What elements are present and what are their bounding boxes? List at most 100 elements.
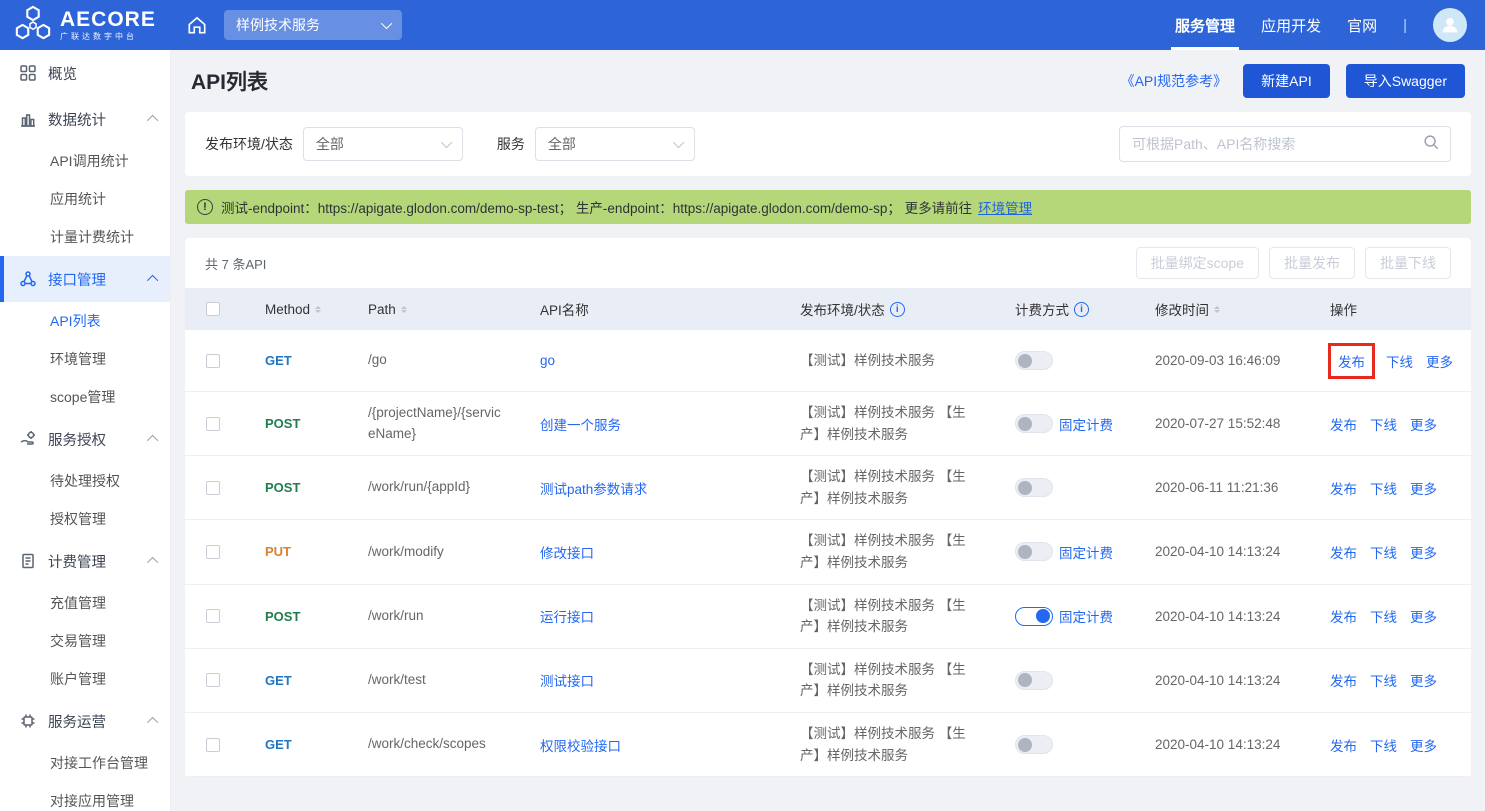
sidebar-subitem[interactable]: 充值管理 [0, 584, 170, 622]
api-path: /{projectName}/{serviceName} [368, 403, 505, 445]
batch-publish-button[interactable]: 批量发布 [1269, 247, 1355, 279]
batch-offline-button[interactable]: 批量下线 [1365, 247, 1451, 279]
billing-toggle[interactable] [1015, 414, 1053, 433]
billing-toggle[interactable] [1015, 735, 1053, 754]
action-下线-link[interactable]: 下线 [1370, 542, 1397, 562]
import-swagger-button[interactable]: 导入Swagger [1346, 64, 1465, 98]
billing-toggle[interactable] [1015, 351, 1053, 370]
sidebar-subitem[interactable]: scope管理 [0, 378, 170, 416]
api-spec-link[interactable]: 《API规范参考》 [1121, 71, 1228, 91]
row-checkbox[interactable] [206, 673, 220, 687]
chevron-up-icon [147, 275, 158, 286]
action-更多-link[interactable]: 更多 [1410, 735, 1437, 755]
sidebar-subitem[interactable]: 环境管理 [0, 340, 170, 378]
row-checkbox[interactable] [206, 354, 220, 368]
logo-hexagon-icon [14, 4, 52, 47]
action-发布-link[interactable]: 发布 [1330, 606, 1357, 626]
service-filter-select[interactable]: 全部 [535, 127, 695, 161]
service-select[interactable]: 样例技术服务 [224, 10, 402, 40]
sidebar-subitem[interactable]: API调用统计 [0, 142, 170, 180]
sort-icon[interactable] [315, 306, 321, 313]
action-更多-link[interactable]: 更多 [1410, 670, 1437, 690]
action-下线-link[interactable]: 下线 [1370, 735, 1397, 755]
action-发布-link[interactable]: 发布 [1330, 414, 1357, 434]
column-method[interactable]: Method [240, 302, 343, 317]
action-发布-link[interactable]: 发布 [1330, 670, 1357, 690]
search-icon[interactable] [1422, 133, 1440, 156]
sidebar-subitem[interactable]: 授权管理 [0, 500, 170, 538]
action-更多-link[interactable]: 更多 [1426, 351, 1453, 371]
sidebar-subitem[interactable]: 账户管理 [0, 660, 170, 698]
action-发布-link[interactable]: 发布 [1338, 355, 1365, 370]
column-modified-time[interactable]: 修改时间 [1130, 299, 1305, 319]
select-all-checkbox[interactable] [206, 302, 220, 316]
sidebar-subitem[interactable]: API列表 [0, 302, 170, 340]
action-发布-link[interactable]: 发布 [1330, 478, 1357, 498]
method-badge: POST [265, 416, 300, 431]
sidebar-subitem-label: scope管理 [50, 387, 115, 407]
sidebar-item-1[interactable]: 数据统计 [0, 96, 170, 142]
row-checkbox[interactable] [206, 545, 220, 559]
sidebar-subitem[interactable]: 应用统计 [0, 180, 170, 218]
env-status-select[interactable]: 全部 [303, 127, 463, 161]
billing-toggle[interactable] [1015, 478, 1053, 497]
batch-bind-scope-button[interactable]: 批量绑定scope [1136, 247, 1259, 279]
api-name-link[interactable]: 运行接口 [540, 606, 594, 626]
billing-toggle[interactable] [1015, 542, 1053, 561]
sort-icon[interactable] [401, 306, 407, 313]
sidebar-subitem[interactable]: 交易管理 [0, 622, 170, 660]
create-api-button[interactable]: 新建API [1243, 64, 1330, 98]
nav-official-site[interactable]: 官网 [1347, 0, 1377, 50]
sidebar-subitem[interactable]: 对接应用管理 [0, 782, 170, 811]
modified-time: 2020-04-10 14:13:24 [1155, 737, 1280, 752]
api-name-link[interactable]: 创建一个服务 [540, 414, 621, 434]
action-更多-link[interactable]: 更多 [1410, 414, 1437, 434]
action-下线-link[interactable]: 下线 [1370, 414, 1397, 434]
sidebar-item-5[interactable]: 服务运营 [0, 698, 170, 744]
row-checkbox[interactable] [206, 609, 220, 623]
sidebar-item-0[interactable]: 概览 [0, 50, 170, 96]
nav-app-development[interactable]: 应用开发 [1261, 0, 1321, 50]
billing-type-link[interactable]: 固定计费 [1059, 542, 1113, 562]
sidebar-item-2[interactable]: 接口管理 [0, 256, 170, 302]
home-icon[interactable] [186, 14, 208, 36]
modified-time: 2020-04-10 14:13:24 [1155, 609, 1280, 624]
sidebar-item-4[interactable]: 计费管理 [0, 538, 170, 584]
sidebar-subitem[interactable]: 计量计费统计 [0, 218, 170, 256]
action-更多-link[interactable]: 更多 [1410, 542, 1437, 562]
api-name-link[interactable]: 测试path参数请求 [540, 478, 647, 498]
action-更多-link[interactable]: 更多 [1410, 606, 1437, 626]
api-name-link[interactable]: 测试接口 [540, 670, 594, 690]
sort-icon[interactable] [1214, 306, 1220, 313]
row-checkbox[interactable] [206, 738, 220, 752]
env-management-link[interactable]: 环境管理 [978, 197, 1032, 217]
action-下线-link[interactable]: 下线 [1370, 670, 1397, 690]
api-name-link[interactable]: 权限校验接口 [540, 735, 621, 755]
api-name-link[interactable]: go [540, 353, 555, 368]
action-发布-link[interactable]: 发布 [1330, 542, 1357, 562]
action-下线-link[interactable]: 下线 [1370, 478, 1397, 498]
action-下线-link[interactable]: 下线 [1370, 606, 1397, 626]
brand-logo[interactable]: AECORE 广联达数字中台 [14, 4, 164, 47]
billing-toggle[interactable] [1015, 671, 1053, 690]
billing-type-link[interactable]: 固定计费 [1059, 606, 1113, 626]
search-input[interactable] [1132, 136, 1422, 152]
info-icon[interactable]: i [890, 302, 905, 317]
info-icon[interactable]: i [1074, 302, 1089, 317]
nav-service-management[interactable]: 服务管理 [1175, 0, 1235, 50]
row-checkbox[interactable] [206, 417, 220, 431]
action-更多-link[interactable]: 更多 [1410, 478, 1437, 498]
user-avatar[interactable] [1433, 8, 1467, 42]
billing-toggle[interactable] [1015, 607, 1053, 626]
action-发布-link[interactable]: 发布 [1330, 735, 1357, 755]
method-badge: GET [265, 673, 292, 688]
action-下线-link[interactable]: 下线 [1386, 351, 1413, 371]
billing-type-link[interactable]: 固定计费 [1059, 414, 1113, 434]
api-name-link[interactable]: 修改接口 [540, 542, 594, 562]
sidebar-subitem[interactable]: 待处理授权 [0, 462, 170, 500]
sidebar-subitem[interactable]: 对接工作台管理 [0, 744, 170, 782]
row-checkbox[interactable] [206, 481, 220, 495]
column-path[interactable]: Path [343, 302, 515, 317]
service-filter-label: 服务 [497, 134, 525, 154]
sidebar-item-3[interactable]: 服务授权 [0, 416, 170, 462]
